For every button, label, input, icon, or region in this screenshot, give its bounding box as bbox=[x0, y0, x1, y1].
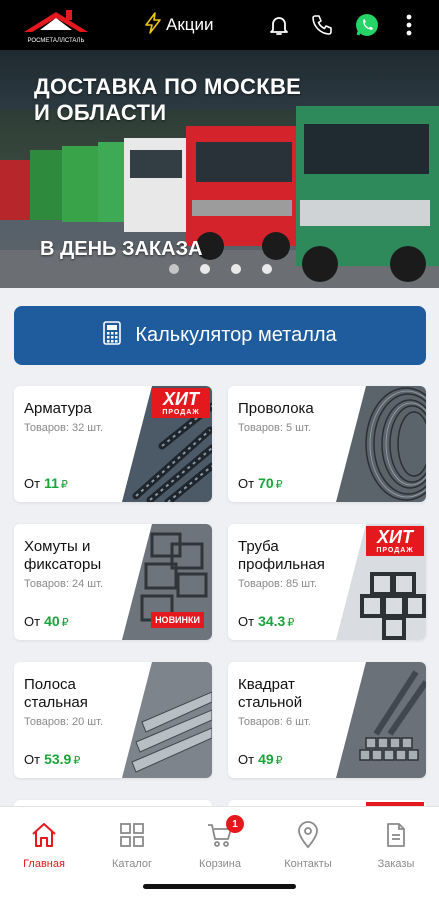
document-icon bbox=[382, 821, 410, 854]
product-name: Квадрат стальной bbox=[238, 676, 303, 711]
carousel-dot[interactable] bbox=[262, 264, 272, 274]
product-card-truba[interactable]: ХИТ ПРОДАЖ Труба профильная Товаров: 85 ш… bbox=[228, 524, 426, 640]
product-price: От 49 ₽ bbox=[238, 751, 283, 767]
top-app-bar: РОСМЕТАЛЛСТАЛЬ Акции bbox=[0, 0, 439, 50]
nav-label: Заказы bbox=[377, 858, 415, 870]
metal-calculator-button[interactable]: Калькулятор металла bbox=[14, 306, 426, 365]
product-name: Хомуты и фиксаторы bbox=[24, 538, 102, 573]
hit-badge: ХИТ ПРОДАЖ bbox=[152, 388, 210, 418]
product-price: От 11 ₽ bbox=[24, 475, 68, 491]
product-card-armatura[interactable]: ХИТ ПРОДАЖ Арматура Товаров: 32 шт. От 11 ₽ bbox=[14, 386, 212, 502]
calculator-icon bbox=[103, 321, 122, 350]
calculator-label: Калькулятор металла bbox=[135, 324, 337, 346]
nav-label: Корзина bbox=[199, 858, 241, 870]
svg-text:РОСМЕТАЛЛСТАЛЬ: РОСМЕТАЛЛСТАЛЬ bbox=[28, 38, 85, 44]
nav-label: Каталог bbox=[112, 858, 152, 870]
carousel-dots[interactable] bbox=[169, 264, 272, 274]
nav-label: Контакты bbox=[284, 858, 332, 870]
product-count: Товаров: 32 шт. bbox=[24, 422, 103, 434]
product-card-polosa[interactable]: Полоса стальная Товаров: 20 шт. От 53.9 ₽ bbox=[14, 662, 212, 778]
hero-subtitle: В ДЕНЬ ЗАКАЗА bbox=[40, 238, 203, 260]
hit-badge: ХИТ ПРОДАЖ bbox=[366, 526, 424, 556]
brand-logo[interactable]: РОСМЕТАЛЛСТАЛЬ bbox=[20, 6, 92, 46]
promo-link[interactable]: Акции bbox=[144, 11, 214, 39]
product-card-khomuty[interactable]: НОВИНКИ Хомуты и фиксаторы Товаров: 24 ш… bbox=[14, 524, 212, 640]
product-card-kvadrat[interactable]: Квадрат стальной Товаров: 6 шт. От 49 ₽ bbox=[228, 662, 426, 778]
cart-count-badge: 1 bbox=[226, 815, 244, 833]
nav-item-orders[interactable]: Заказы bbox=[356, 821, 436, 870]
product-card-provoloka[interactable]: Проволока Товаров: 5 шт. От 70 ₽ bbox=[228, 386, 426, 502]
hero-banner[interactable]: ДОСТАВКА ПО МОСКВЕ И ОБЛАСТИ В ДЕНЬ ЗАКА… bbox=[0, 50, 439, 288]
carousel-dot[interactable] bbox=[200, 264, 210, 274]
carousel-dot[interactable] bbox=[231, 264, 241, 274]
product-name: Проволока bbox=[238, 400, 314, 417]
product-name: Полоса стальная bbox=[24, 676, 88, 711]
carousel-dot[interactable] bbox=[169, 264, 179, 274]
nav-item-cart[interactable]: 1 Корзина bbox=[180, 815, 260, 870]
hero-title: ДОСТАВКА ПО МОСКВЕ И ОБЛАСТИ bbox=[34, 74, 302, 125]
home-indicator[interactable] bbox=[143, 884, 296, 889]
more-vertical-icon[interactable] bbox=[394, 10, 424, 40]
location-pin-icon bbox=[294, 821, 322, 854]
product-name: Труба профильная bbox=[238, 538, 325, 573]
product-image bbox=[122, 662, 212, 778]
new-badge: НОВИНКИ bbox=[151, 612, 204, 628]
product-image bbox=[336, 386, 426, 502]
product-count: Товаров: 20 шт. bbox=[24, 716, 103, 728]
grid-icon bbox=[118, 821, 146, 854]
product-count: Товаров: 6 шт. bbox=[238, 716, 311, 728]
product-name: Арматура bbox=[24, 400, 92, 417]
product-price: От 34.3 ₽ bbox=[238, 613, 295, 629]
product-price: От 70 ₽ bbox=[238, 475, 283, 491]
promo-label: Акции bbox=[166, 15, 214, 34]
whatsapp-icon[interactable] bbox=[352, 10, 382, 40]
nav-item-catalog[interactable]: Каталог bbox=[92, 821, 172, 870]
bell-icon[interactable] bbox=[264, 10, 294, 40]
product-price: От 40 ₽ bbox=[24, 613, 69, 629]
product-count: Товаров: 5 шт. bbox=[238, 422, 311, 434]
product-count: Товаров: 85 шт. bbox=[238, 578, 317, 590]
product-price: От 53.9 ₽ bbox=[24, 751, 81, 767]
home-icon bbox=[30, 821, 58, 854]
nav-item-home[interactable]: Главная bbox=[4, 821, 84, 870]
product-image bbox=[336, 662, 426, 778]
phone-icon[interactable] bbox=[307, 10, 337, 40]
bolt-icon bbox=[144, 11, 162, 39]
nav-label: Главная bbox=[23, 858, 65, 870]
product-count: Товаров: 24 шт. bbox=[24, 578, 103, 590]
nav-item-contacts[interactable]: Контакты bbox=[268, 821, 348, 870]
